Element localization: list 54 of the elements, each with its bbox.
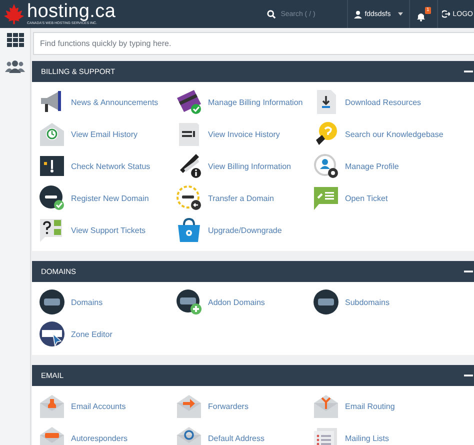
feature-link[interactable]: Forwarders [208,402,248,410]
feature-link[interactable]: Download Resources [345,98,422,106]
envelope-icon[interactable] [176,393,202,419]
domain-icon[interactable] [39,185,65,211]
users-icon[interactable] [5,60,25,73]
maple-leaf-icon [3,3,25,25]
feature-link[interactable]: Email Accounts [71,402,126,410]
logout-icon [442,10,450,18]
feature-link[interactable]: View Email History [71,130,138,138]
list-icon[interactable] [313,425,339,445]
domain-transfer-icon[interactable] [176,185,202,211]
shopping-bag-icon[interactable] [176,217,202,243]
dns-icon[interactable] [39,321,65,347]
feature-link[interactable]: Domains [71,298,103,306]
feature-link[interactable]: Autoresponders [71,434,128,442]
feature-link[interactable]: Open Ticket [345,194,388,202]
invoice-icon[interactable] [176,121,202,147]
envelope-icon[interactable] [39,121,65,147]
feature-link[interactable]: Search our Knowledgebase [345,130,444,138]
credit-card-icon[interactable] [176,89,202,115]
feature-link[interactable]: Zone Editor [71,330,112,338]
brand-name: hosting.ca [27,2,116,22]
domain-icon[interactable] [39,289,65,315]
feature-link[interactable]: Subdomains [345,298,390,306]
profile-icon[interactable] [313,153,339,179]
feature-link[interactable]: View Billing Information [208,162,292,170]
feature-link[interactable]: View Invoice History [208,130,280,138]
feature-link[interactable]: News & Announcements [71,98,158,106]
feature-link[interactable]: Default Address [208,434,264,442]
feature-link[interactable]: Check Network Status [71,162,150,170]
user-icon [354,10,362,18]
feature-link[interactable]: Mailing Lists [345,434,390,442]
question-chat-icon[interactable] [39,217,65,243]
envelope-icon[interactable] [313,393,339,419]
grid-icon[interactable] [6,33,24,47]
envelope-icon[interactable] [39,425,65,445]
domain-icon[interactable] [313,289,339,315]
envelope-icon[interactable] [39,393,65,419]
envelope-icon[interactable] [176,425,202,445]
feature-link[interactable]: Transfer a Domain [208,194,274,202]
feature-link[interactable]: Email Routing [345,402,395,410]
feature-link[interactable]: Register New Domain [71,194,149,202]
feature-link[interactable]: Manage Profile [345,162,399,170]
lightbulb-icon[interactable] [313,121,339,147]
status-panel-icon[interactable] [39,153,65,179]
feature-link[interactable]: View Support Tickets [71,226,146,234]
feature-link[interactable]: Addon Domains [208,298,265,306]
quick-find-field[interactable]: Find functions quickly by typing here. [33,32,474,55]
bell-icon [416,10,426,22]
feature-link[interactable]: Manage Billing Information [208,98,303,106]
caret-icon [398,12,403,16]
feature-link[interactable]: Upgrade/Downgrade [208,226,282,234]
domain-add-icon[interactable] [176,289,202,315]
search-icon [266,10,276,18]
